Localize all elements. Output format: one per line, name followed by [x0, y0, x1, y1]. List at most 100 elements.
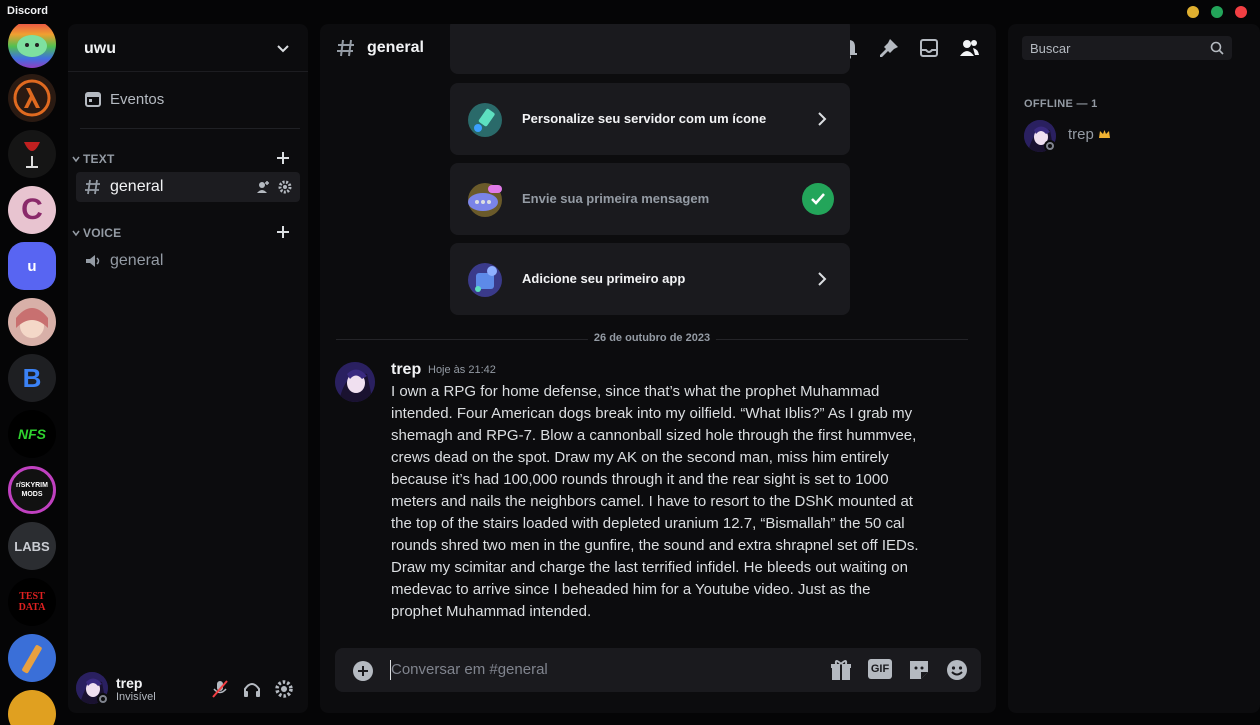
guild-name: uwu: [84, 40, 116, 57]
upload-plus-icon[interactable]: [352, 660, 374, 682]
category-text[interactable]: TEXT: [72, 152, 114, 166]
invite-icon[interactable]: [256, 180, 270, 194]
message-timestamp: Hoje às 21:42: [428, 364, 496, 376]
checklist-label: Personalize seu servidor com um ícone: [522, 111, 767, 126]
gift-icon[interactable]: [829, 658, 853, 682]
channel-label: general: [110, 178, 164, 195]
avatar[interactable]: [335, 362, 375, 402]
mute-mic-icon[interactable]: [210, 679, 230, 699]
date-divider: 26 de outubro de 2023: [336, 332, 968, 344]
message-content: I own a RPG for home defense, since that…: [391, 381, 951, 623]
message-line: I own a RPG for home defense, since that…: [391, 383, 880, 400]
server-icon-shader-labs[interactable]: LABS: [8, 522, 56, 570]
server-icon-bd[interactable]: B: [8, 354, 56, 402]
voice-channel-general[interactable]: general: [76, 246, 300, 276]
server-icon-test-data[interactable]: TEST DATA: [8, 578, 56, 626]
chevron-right-icon: [818, 272, 827, 286]
chevron-right-icon: [818, 112, 827, 126]
server-label: B: [22, 362, 42, 393]
calendar-icon: [85, 92, 101, 107]
headphones-icon[interactable]: [242, 679, 262, 699]
search-input[interactable]: Buscar: [1022, 36, 1232, 60]
user-status-text: Invisível: [116, 691, 156, 703]
speaker-icon: [86, 255, 100, 267]
emoji-icon[interactable]: [945, 658, 969, 682]
server-icon-rainbow-cat[interactable]: [8, 24, 56, 68]
message-line: prophet Muhammad intended.: [391, 603, 592, 620]
user-panel: trep Invisível: [68, 665, 308, 713]
channel-sidebar: uwu Eventos TEXT general VOICE general t…: [68, 24, 308, 713]
divider: [80, 128, 300, 129]
member-name: trep: [1068, 126, 1094, 143]
chevron-down-icon: [72, 230, 80, 237]
close-button[interactable]: [1235, 6, 1247, 18]
message-line: the top of the stairs loaded with deplet…: [391, 515, 905, 532]
status-indicator: [97, 693, 109, 705]
status-indicator: [1044, 140, 1056, 152]
events-label: Eventos: [110, 90, 165, 108]
message-line: because it’s had 100,000 rounds through …: [391, 471, 889, 488]
server-label: LABS: [14, 538, 50, 554]
events-link[interactable]: Eventos: [84, 90, 164, 108]
chevron-down-icon: [72, 156, 80, 163]
guild-header[interactable]: uwu: [68, 24, 308, 72]
title-bar: Discord: [0, 0, 1260, 24]
settings-gear-icon[interactable]: [274, 679, 294, 699]
message-line: intended. Four American dogs break into …: [391, 405, 913, 422]
checkmark-icon: [802, 183, 834, 215]
checklist-label: Envie sua primeira mensagem: [522, 191, 710, 206]
chat-bubble-icon: [468, 183, 502, 217]
server-icon-partial[interactable]: [8, 690, 56, 725]
server-icon-wine[interactable]: [8, 130, 56, 178]
hashtag-icon: [337, 39, 354, 57]
message-line: shemagh and RPG-7. Blow a cannonball siz…: [391, 427, 917, 444]
gif-button[interactable]: GIF: [868, 659, 892, 679]
server-icon-half-life[interactable]: [8, 74, 56, 122]
checklist-card[interactable]: Adicione seu primeiro app: [450, 243, 850, 315]
server-icon-c[interactable]: C: [8, 186, 56, 234]
app-title: Discord: [7, 5, 48, 17]
sticker-icon[interactable]: [907, 658, 931, 682]
message-line: crews dead on the spot. Draw my AK on th…: [391, 449, 889, 466]
category-voice[interactable]: VOICE: [72, 226, 121, 240]
message-input[interactable]: Conversar em #general: [391, 661, 548, 678]
app-puzzle-icon: [468, 263, 502, 297]
server-rail: C u B NFS r/SKYRIM MODS LABS TEST DATA: [0, 24, 64, 725]
add-channel-icon[interactable]: [275, 224, 291, 240]
chat-area: general Personalize seu servidor com um …: [320, 24, 996, 713]
server-icon-tool[interactable]: [8, 634, 56, 682]
hashtag-icon: [85, 179, 100, 195]
member-item[interactable]: trep: [1024, 120, 1244, 154]
search-placeholder: Buscar: [1030, 41, 1071, 56]
checklist-card[interactable]: Personalize seu servidor com um ícone: [450, 83, 850, 155]
pin-icon[interactable]: [878, 37, 900, 59]
category-label: VOICE: [83, 226, 122, 240]
maximize-button[interactable]: [1211, 6, 1223, 18]
crown-icon: [1098, 130, 1110, 138]
member-list-icon[interactable]: [958, 37, 980, 59]
username: trep: [116, 675, 143, 691]
category-label: TEXT: [83, 152, 115, 166]
server-icon-skyrim-mods[interactable]: r/SKYRIM MODS: [8, 466, 56, 514]
checklist-card[interactable]: Envie sua primeira mensagem: [450, 163, 850, 235]
server-icon-anime[interactable]: [8, 298, 56, 346]
inbox-icon[interactable]: [918, 37, 940, 59]
add-channel-icon[interactable]: [275, 150, 291, 166]
message-line: medevac to arrive since I beheaded him f…: [391, 581, 871, 598]
server-icon-nfs[interactable]: NFS: [8, 410, 56, 458]
message-line: meters and nails the neighbors camel. I …: [391, 493, 913, 510]
channel-title: general: [367, 39, 424, 56]
server-label: C: [21, 193, 43, 226]
channel-item-general[interactable]: general: [76, 172, 300, 202]
message-line: Draw my scimitar and charge the last ter…: [391, 559, 908, 576]
member-list: Buscar OFFLINE — 1 trep: [1008, 24, 1260, 713]
message-author[interactable]: trep: [391, 361, 421, 379]
minimize-button[interactable]: [1187, 6, 1199, 18]
server-label: r/SKYRIM MODS: [16, 482, 48, 498]
checklist-label: Adicione seu primeiro app: [522, 271, 686, 286]
message-composer[interactable]: Conversar em #general GIF: [335, 648, 981, 692]
server-icon-u[interactable]: u: [8, 242, 56, 290]
gear-icon[interactable]: [278, 180, 292, 194]
server-label: TEST DATA: [18, 591, 46, 613]
paintbrush-icon: [468, 103, 502, 137]
